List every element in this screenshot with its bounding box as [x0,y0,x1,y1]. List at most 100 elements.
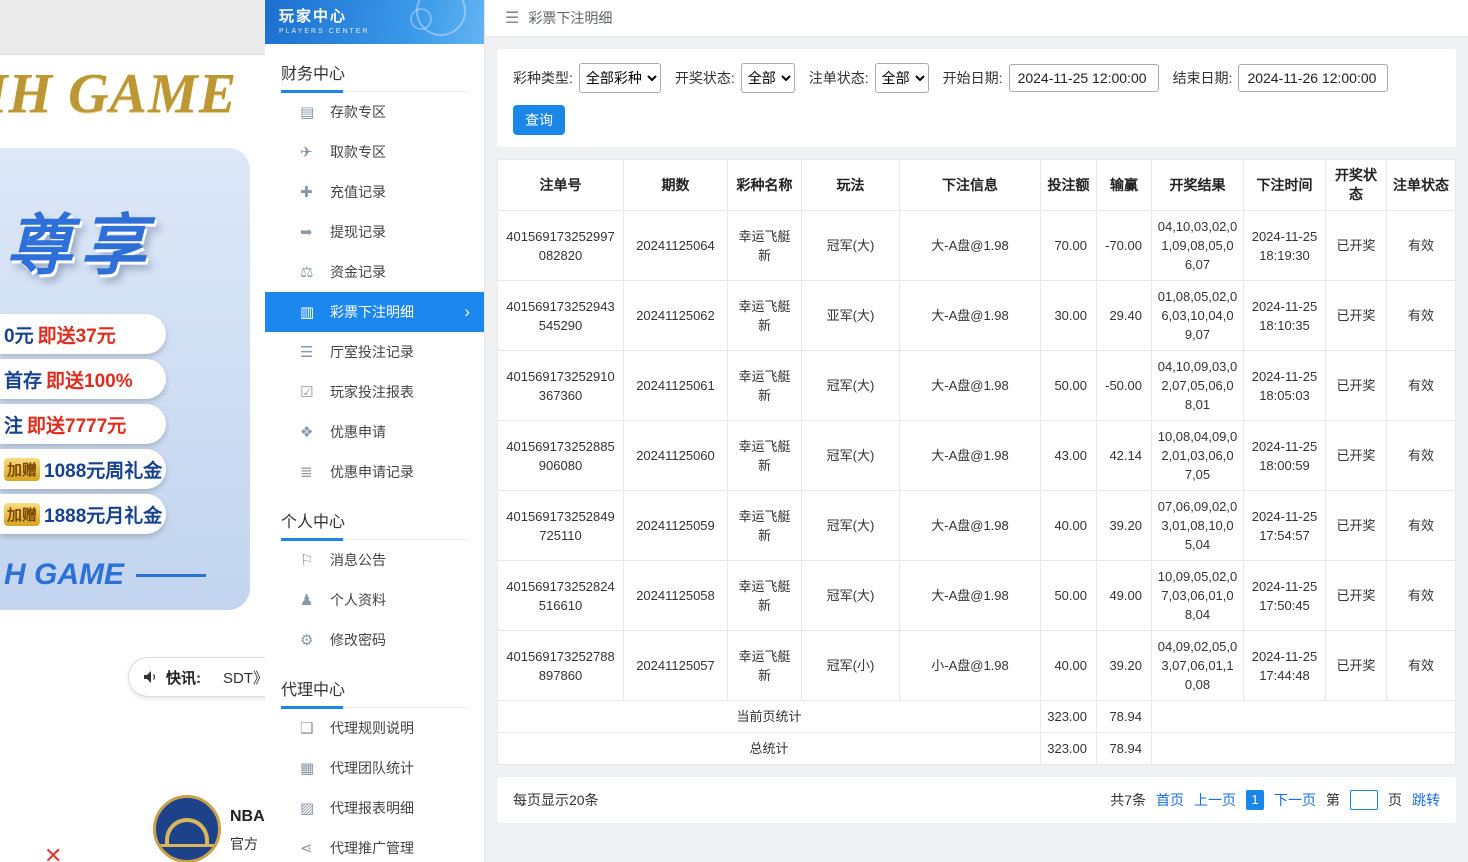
per-page-info: 每页显示20条 [513,790,599,810]
cell-bet-info: 小-A盘@1.98 [900,631,1041,701]
page-jump-input[interactable] [1350,790,1378,810]
order-status-select[interactable]: 全部 [875,63,929,93]
table-column-header: 彩种名称 [728,160,802,211]
cell-order-status: 有效 [1387,211,1456,281]
cell-bet-time: 2024-11-25 18:00:59 [1244,421,1326,491]
table-row[interactable]: 401569173252997082820 20241125064 幸运飞艇新 … [498,211,1456,281]
table-row[interactable]: 401569173252885906080 20241125060 幸运飞艇新 … [498,421,1456,491]
cell-win-loss: 39.20 [1097,491,1152,561]
sidebar-title: 玩家中心 [279,5,484,26]
table-row[interactable]: 401569173252943545290 20241125062 幸运飞艇新 … [498,281,1456,351]
cell-bet-time: 2024-11-25 18:05:03 [1244,351,1326,421]
grand-total-row: 总统计 323.00 78.94 [498,733,1456,765]
table-row[interactable]: 401569173252910367360 20241125061 幸运飞艇新 … [498,351,1456,421]
start-date-input[interactable] [1009,64,1159,92]
badge-text: 即送37元 [38,321,116,348]
lottery-type-select[interactable]: 全部彩种 [579,63,661,93]
sidebar-item-deposit-zone[interactable]: ▤ 存款专区 [265,92,484,132]
cell-play: 冠军(大) [802,351,900,421]
filter-end-date: 结束日期: [1173,64,1389,92]
start-date-label: 开始日期: [943,68,1003,88]
sidebar-item-withdrawal-records[interactable]: ➥ 提现记录 [265,212,484,252]
sidebar-header: 玩家中心 PLAYERS CENTER [265,0,484,44]
sidebar-item-lottery-bet-details[interactable]: ▥ 彩票下注明细 › [265,292,484,332]
cell-draw-result: 04,09,02,05,03,07,06,01,10,08 [1152,631,1244,701]
cell-amount: 50.00 [1041,351,1097,421]
sidebar-item-agent-report-details[interactable]: ▨ 代理报表明细 [265,788,484,828]
first-page-link[interactable]: 首页 [1156,790,1184,810]
filter-lottery-type: 彩种类型: 全部彩种 [513,63,661,93]
nba-caption: NBA 官方 [230,808,265,854]
nba-team-logo [153,795,221,862]
sidebar-subtitle: PLAYERS CENTER [279,28,484,35]
draw-status-select[interactable]: 全部 [741,63,795,93]
cell-lottery-name: 幸运飞艇新 [728,281,802,351]
close-icon[interactable]: ✕ [44,843,62,862]
cell-bet-info: 大-A盘@1.98 [900,421,1041,491]
bet-details-table: 注单号 期数 彩种名称 玩法 下注信息 投注额 [497,159,1456,765]
table-column-header: 期数 [624,160,728,211]
sidebar-item-agent-team-stats[interactable]: ▦ 代理团队统计 [265,748,484,788]
cell-bet-time: 2024-11-25 17:50:45 [1244,561,1326,631]
cell-order-status: 有效 [1387,351,1456,421]
sidebar-item-agent-promotion[interactable]: ⋖ 代理推广管理 [265,828,484,862]
prev-page-link[interactable]: 上一页 [1194,790,1236,810]
menu-toggle-icon[interactable]: ☰ [505,8,519,28]
cell-lottery-name: 幸运飞艇新 [728,351,802,421]
bell-icon: ⚐ [300,551,330,569]
nba-caption-line1: NBA [230,808,265,826]
report-icon: ☑ [300,383,330,401]
promo-badge: 加赠 1888元月礼金 [0,494,166,534]
table-row[interactable]: 401569173252788897860 20241125057 幸运飞艇新 … [498,631,1456,701]
cell-bet-time: 2024-11-25 18:19:30 [1244,211,1326,281]
sidebar-item-promo-apply-records[interactable]: ≣ 优惠申请记录 [265,452,484,492]
end-date-input[interactable] [1238,64,1388,92]
table-column-header: 玩法 [802,160,900,211]
lottery-type-label: 彩种类型: [513,68,573,88]
sidebar-item-withdraw-zone[interactable]: ✈ 取款专区 [265,132,484,172]
promo-badge: 首存 即送100% [0,359,166,399]
table-row[interactable]: 401569173252849725110 20241125059 幸运飞艇新 … [498,491,1456,561]
cell-win-loss: 42.14 [1097,421,1152,491]
badge-text: 即送100% [46,366,133,393]
app-window: HH GAME 尊享 0元 即送37元 首存 即送100% 注 即送7777元 … [0,0,1468,862]
table-column-header: 下注信息 [900,160,1041,211]
page-title: 彩票下注明细 [528,8,612,28]
sidebar-item-fund-records[interactable]: ⚖ 资金记录 [265,252,484,292]
sidebar-item-profile[interactable]: ♟ 个人资料 [265,580,484,620]
sidebar-item-change-password[interactable]: ⚙ 修改密码 [265,620,484,660]
sidebar-item-label: 存款专区 [330,102,386,122]
sidebar-item-agent-rules[interactable]: ❏ 代理规则说明 [265,708,484,748]
share-icon: ⋖ [300,839,330,857]
cell-bet-info: 大-A盘@1.98 [900,561,1041,631]
badge-text: 即送7777元 [27,411,126,438]
cell-order-no: 401569173252910367360 [498,351,624,421]
jump-prefix-label: 第 [1326,790,1340,810]
jump-button[interactable]: 跳转 [1412,790,1440,810]
speaker-icon [143,670,159,684]
cell-order-no: 401569173252849725110 [498,491,624,561]
cell-draw-status: 已开奖 [1326,211,1387,281]
recharge-icon: ✚ [300,183,330,201]
current-page-badge[interactable]: 1 [1246,790,1264,810]
sidebar-item-promo-apply[interactable]: ❖ 优惠申请 [265,412,484,452]
cell-bet-info: 大-A盘@1.98 [900,491,1041,561]
total-count: 共7条 [1110,790,1146,810]
promo-badges: 0元 即送37元 首存 即送100% 注 即送7777元 加赠 1088元周礼金… [0,314,250,534]
cell-draw-status: 已开奖 [1326,491,1387,561]
sidebar-item-hall-bet-records[interactable]: ☰ 厅室投注记录 [265,332,484,372]
cell-draw-result: 01,08,05,02,06,03,10,04,09,07 [1152,281,1244,351]
badge-lead: 注 [4,411,23,438]
page-total-winloss: 78.94 [1097,701,1152,733]
query-button[interactable]: 查询 [513,105,565,135]
sidebar-item-player-bet-report[interactable]: ☑ 玩家投注报表 [265,372,484,412]
cell-order-no: 401569173252997082820 [498,211,624,281]
cell-order-no: 401569173252824516610 [498,561,624,631]
sidebar-item-announcements[interactable]: ⚐ 消息公告 [265,540,484,580]
table-row[interactable]: 401569173252824516610 20241125058 幸运飞艇新 … [498,561,1456,631]
sidebar-item-label: 提现记录 [330,222,386,242]
sidebar-item-recharge-records[interactable]: ✚ 充值记录 [265,172,484,212]
deposit-icon: ▤ [300,103,330,121]
next-page-link[interactable]: 下一页 [1274,790,1316,810]
cell-draw-status: 已开奖 [1326,421,1387,491]
